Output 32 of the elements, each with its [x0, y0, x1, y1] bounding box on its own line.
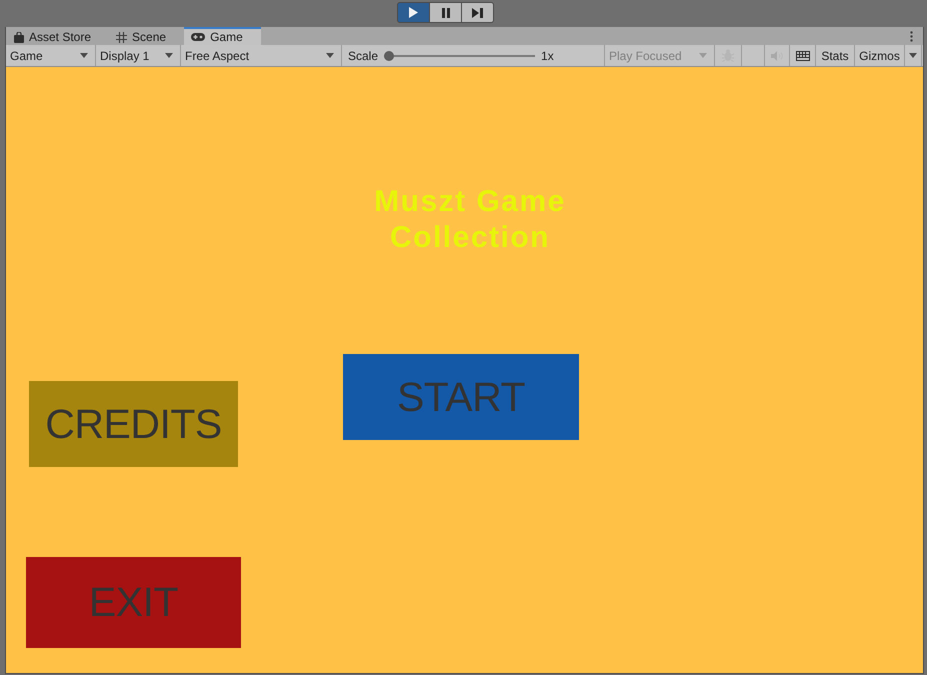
stats-button[interactable]: Stats	[816, 45, 855, 66]
tab-label: Asset Store	[29, 30, 92, 44]
more-options-icon[interactable]	[910, 30, 913, 42]
view-mode-dropdown[interactable]: Game	[6, 45, 96, 66]
slider-thumb[interactable]	[384, 50, 394, 60]
scale-reading: 1x	[541, 48, 554, 62]
step-button[interactable]	[461, 2, 494, 23]
step-icon	[472, 8, 483, 18]
play-button[interactable]	[397, 2, 430, 23]
menu-button[interactable]: CREDITS	[29, 381, 238, 467]
caret-icon	[909, 53, 917, 58]
window-tab[interactable]: Scene	[109, 27, 184, 45]
grid-icon	[116, 32, 128, 42]
pause-button[interactable]	[429, 2, 462, 23]
aspect-dropdown[interactable]: Free Aspect	[181, 45, 342, 66]
scale-label: Scale	[348, 48, 378, 62]
caret-icon	[165, 53, 173, 58]
pause-icon	[442, 8, 450, 18]
tab-label: Scene	[132, 30, 166, 44]
gizmos-button[interactable]: Gizmos	[855, 45, 905, 66]
display-dropdown[interactable]: Display 1	[96, 45, 181, 66]
gamepad-icon	[191, 33, 206, 41]
tab-label: Game	[210, 30, 243, 44]
game-title: Muszt Game Collection	[373, 184, 567, 256]
keyboard-icon[interactable]	[796, 50, 810, 60]
caret-icon	[80, 53, 88, 58]
caret-icon	[699, 53, 707, 58]
caret-icon	[326, 53, 334, 58]
window-tab[interactable]: Game	[184, 27, 261, 45]
play-icon	[409, 7, 418, 18]
shopping-bag-icon	[14, 32, 24, 42]
window-tab[interactable]: Asset Store	[7, 27, 110, 45]
